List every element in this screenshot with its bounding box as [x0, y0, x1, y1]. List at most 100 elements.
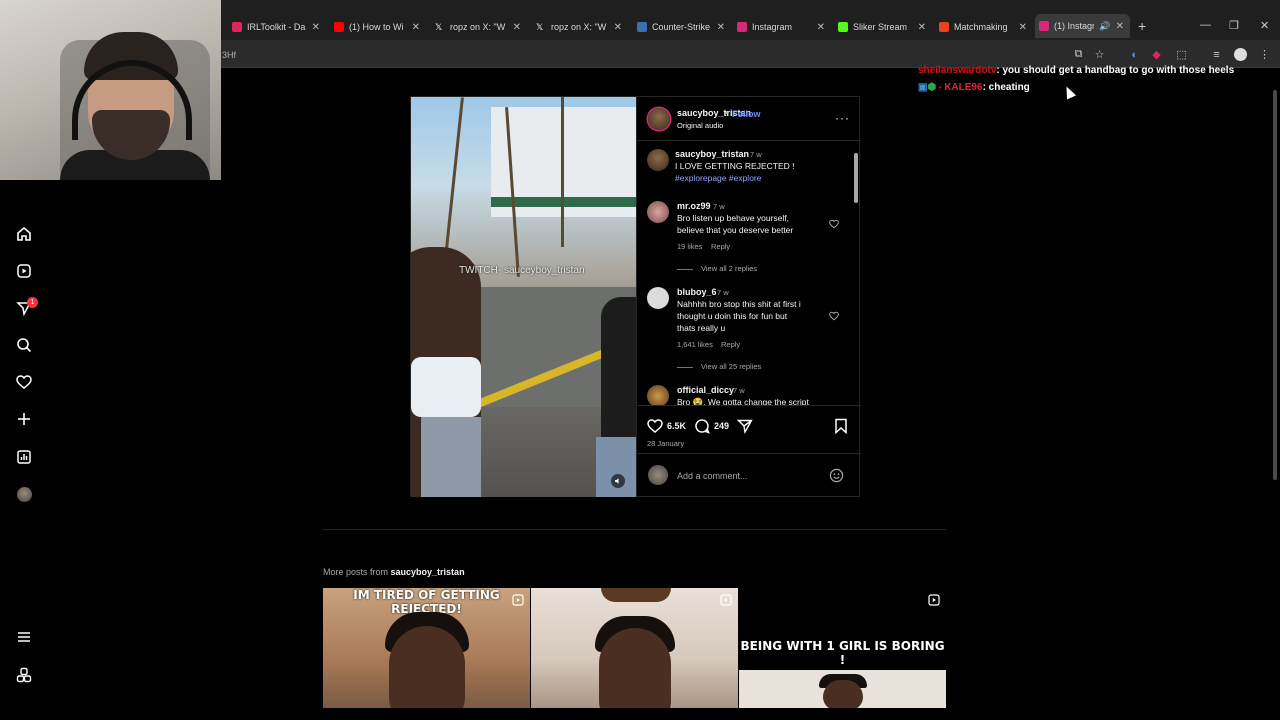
comment-username[interactable]: mr.oz99: [677, 201, 711, 211]
tab-search-icon[interactable]: ≡: [1210, 48, 1223, 61]
bookmark-star-icon[interactable]: ☆: [1093, 48, 1106, 61]
browser-tab[interactable]: Matchmaking ✕: [935, 16, 1033, 38]
author-avatar[interactable]: [648, 108, 670, 130]
mute-icon[interactable]: [611, 474, 625, 488]
profile-avatar[interactable]: [14, 484, 34, 504]
reply-button[interactable]: Reply: [711, 242, 730, 251]
section-divider: [323, 529, 946, 530]
menu-hamburger-icon[interactable]: [14, 627, 34, 647]
profile-icon[interactable]: [1234, 48, 1247, 61]
user-avatar: [648, 465, 668, 485]
more-apps-icon[interactable]: [14, 665, 34, 685]
page-scrollbar[interactable]: [1270, 70, 1280, 710]
like-comment-icon[interactable]: [829, 219, 839, 229]
more-posts-username[interactable]: saucyboy_tristan: [391, 567, 465, 577]
cast-icon[interactable]: ⧉: [1072, 48, 1085, 61]
reels-icon[interactable]: [14, 261, 34, 281]
stream-chat-overlay: sheilanswardotv: you should get a handba…: [918, 62, 1234, 97]
thumbnail-caption: BEING WITH 1 GIRL IS BORING !: [740, 639, 945, 667]
post-header: saucyboy_tristan • Follow Original audio…: [637, 97, 861, 141]
close-tab-icon[interactable]: ✕: [312, 22, 320, 33]
likes-count[interactable]: 6.5K: [667, 421, 686, 431]
browser-tab[interactable]: Counter-Strike ✕: [633, 16, 731, 38]
close-window-icon[interactable]: ✕: [1260, 19, 1269, 32]
instagram-favicon-icon: [737, 22, 747, 32]
faceit-favicon-icon: [939, 22, 949, 32]
comment-count[interactable]: 249: [714, 421, 729, 431]
extensions-puzzle-icon[interactable]: ⬚: [1175, 48, 1188, 61]
video-watermark: TWITCH- sauceyboy_tristan: [459, 265, 585, 276]
comment-username[interactable]: official_diccy: [677, 385, 734, 395]
close-tab-icon[interactable]: ✕: [717, 22, 725, 33]
comment-likes[interactable]: 1,641 likes: [677, 340, 713, 349]
browser-tab-active[interactable]: (1) Instagra 🔊 ✕: [1035, 14, 1130, 38]
restore-window-icon[interactable]: ❐: [1229, 19, 1239, 32]
more-posts-heading: More posts from saucyboy_tristan: [323, 567, 465, 577]
comments-scrollbar[interactable]: [854, 153, 858, 203]
commenter-avatar[interactable]: [647, 201, 669, 223]
post-video[interactable]: TWITCH- sauceyboy_tristan: [411, 97, 636, 497]
close-tab-icon[interactable]: ✕: [817, 22, 825, 33]
reel-icon: [512, 594, 524, 606]
comment-text: Nahhhh bro stop this shit at first i: [677, 299, 801, 309]
close-tab-icon[interactable]: ✕: [1116, 21, 1124, 32]
create-plus-icon[interactable]: [14, 409, 34, 429]
home-icon[interactable]: [14, 224, 34, 244]
chat-badge-icon: ⬢: [927, 82, 937, 93]
browser-tab[interactable]: (1) How to Wi ✕: [330, 16, 426, 38]
more-post-thumbnail[interactable]: [531, 588, 738, 708]
kick-favicon-icon: [838, 22, 848, 32]
extension-icon[interactable]: ◖: [1127, 48, 1140, 61]
more-post-thumbnail[interactable]: BEING WITH 1 GIRL IS BORING !: [739, 588, 946, 708]
browser-tab[interactable]: Sliker Stream ✕: [834, 16, 932, 38]
save-bookmark-icon[interactable]: [834, 418, 848, 434]
instagram-left-nav: [0, 180, 48, 720]
browser-tab[interactable]: IRLToolkit - Da ✕: [228, 16, 326, 38]
reel-icon: [720, 594, 732, 606]
comment-icon[interactable]: [694, 418, 710, 434]
more-options-icon[interactable]: ···: [835, 111, 850, 125]
comments-list: saucyboy_tristan 7 w I LOVE GETTING REJE…: [637, 142, 861, 405]
post-actions: 6.5K 249 28 January: [637, 405, 861, 453]
commenter-avatar[interactable]: [647, 287, 669, 309]
tab-favicon-icon: [232, 22, 242, 32]
like-heart-icon[interactable]: [647, 418, 663, 434]
like-comment-icon[interactable]: [829, 311, 839, 321]
tab-favicon-icon: [334, 22, 344, 32]
view-replies-button[interactable]: View all 25 replies: [677, 362, 761, 371]
more-post-thumbnail[interactable]: IM TIRED OF GETTING REJECTED!: [323, 588, 530, 708]
page-scrollbar-thumb[interactable]: [1273, 90, 1277, 480]
add-comment-input[interactable]: Add a comment...: [677, 471, 748, 481]
dashboard-icon[interactable]: [14, 447, 34, 467]
search-icon[interactable]: [14, 335, 34, 355]
audio-label[interactable]: Original audio: [677, 121, 723, 130]
follow-button[interactable]: Follow: [732, 109, 761, 119]
caption-hashtags[interactable]: #explorepage #explore: [675, 172, 761, 184]
close-tab-icon[interactable]: ✕: [1019, 22, 1027, 33]
browser-tab[interactable]: Instagram ✕: [733, 16, 831, 38]
notifications-heart-icon[interactable]: [14, 372, 34, 392]
commenter-avatar[interactable]: [647, 385, 669, 405]
extension-icon[interactable]: ◆: [1150, 48, 1163, 61]
tab-favicon-icon: [637, 22, 647, 32]
tab-audio-icon[interactable]: 🔊: [1099, 21, 1110, 32]
close-tab-icon[interactable]: ✕: [918, 22, 926, 33]
emoji-icon[interactable]: [829, 468, 844, 483]
share-icon[interactable]: [737, 418, 753, 434]
close-tab-icon[interactable]: ✕: [513, 22, 521, 33]
view-replies-button[interactable]: View all 2 replies: [677, 264, 757, 273]
reply-button[interactable]: Reply: [721, 340, 740, 349]
browser-menu-icon[interactable]: ⋮: [1258, 48, 1271, 61]
new-tab-button[interactable]: +: [1138, 18, 1146, 34]
close-tab-icon[interactable]: ✕: [614, 22, 622, 33]
browser-tab[interactable]: 𝕏 ropz on X: "W ✕: [431, 16, 527, 38]
add-comment-bar: Add a comment...: [637, 453, 861, 497]
comment-likes[interactable]: 19 likes: [677, 242, 702, 251]
commenter-avatar[interactable]: [647, 149, 669, 171]
url-text[interactable]: 3Hf: [222, 50, 236, 60]
close-tab-icon[interactable]: ✕: [412, 22, 420, 33]
comment-username[interactable]: bluboy_6: [677, 287, 717, 297]
minimize-window-icon[interactable]: —: [1200, 19, 1211, 31]
browser-tab[interactable]: 𝕏 ropz on X: "W ✕: [532, 16, 628, 38]
chat-message: ▣⬢ • KALE96: cheating: [918, 82, 1030, 93]
